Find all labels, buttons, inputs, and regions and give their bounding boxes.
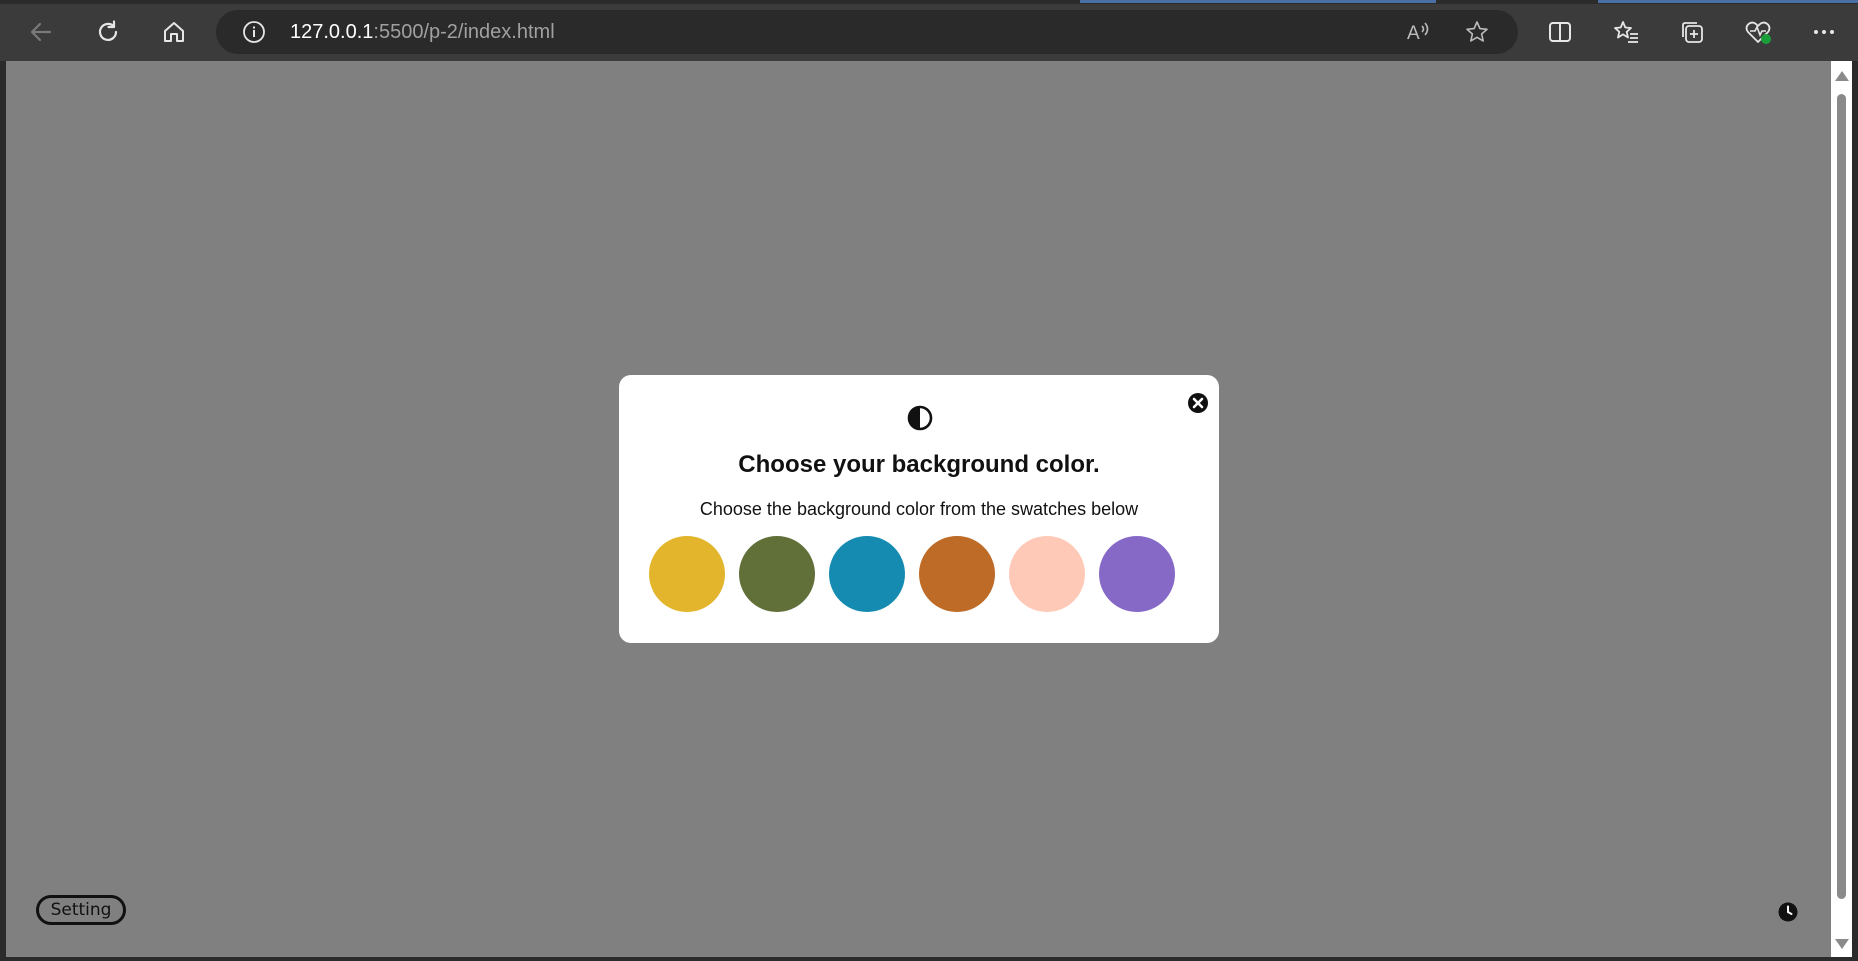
scroll-up-arrow-icon[interactable] — [1835, 71, 1849, 81]
browser-essentials-icon — [1745, 21, 1771, 44]
info-icon[interactable] — [242, 20, 266, 44]
home-icon — [164, 22, 184, 42]
window-edge — [0, 957, 1858, 961]
svg-text:A: A — [1407, 23, 1420, 44]
color-swatch[interactable] — [649, 536, 725, 612]
color-swatch[interactable] — [1099, 536, 1175, 612]
url-path: :5500/p-2/index.html — [373, 21, 555, 43]
tab-indicator — [1598, 0, 1858, 3]
tab-strip — [0, 0, 1858, 4]
favorite-star-icon[interactable] — [1464, 20, 1490, 49]
contrast-icon — [907, 405, 933, 431]
read-aloud-icon[interactable]: A — [1406, 20, 1432, 49]
page-viewport: Choose your background color. Choose the… — [6, 61, 1831, 957]
refresh-button[interactable] — [88, 12, 128, 52]
browser-essentials-button[interactable] — [1738, 12, 1778, 52]
vertical-scrollbar[interactable] — [1831, 61, 1852, 957]
swatch-list — [649, 536, 1189, 612]
back-icon — [30, 22, 52, 42]
address-bar[interactable]: 127.0.0.1:5500/p-2/index.html A — [216, 10, 1518, 54]
scroll-down-arrow-icon[interactable] — [1835, 939, 1849, 949]
split-screen-button[interactable] — [1540, 12, 1580, 52]
color-picker-modal: Choose your background color. Choose the… — [619, 375, 1219, 643]
favorites-button[interactable] — [1606, 12, 1646, 52]
setting-button[interactable]: Setting — [36, 895, 126, 925]
back-button[interactable] — [21, 12, 61, 52]
color-swatch[interactable] — [829, 536, 905, 612]
close-icon[interactable] — [1187, 392, 1209, 414]
split-screen-icon — [1549, 22, 1571, 42]
color-swatch[interactable] — [1009, 536, 1085, 612]
modal-subtitle: Choose the background color from the swa… — [699, 499, 1139, 519]
scroll-thumb[interactable] — [1837, 94, 1846, 899]
home-button[interactable] — [154, 12, 194, 52]
collections-icon — [1682, 22, 1703, 43]
color-swatch[interactable] — [919, 536, 995, 612]
collections-button[interactable] — [1672, 12, 1712, 52]
clock-icon[interactable] — [1778, 902, 1798, 922]
window-edge — [1852, 61, 1858, 961]
browser-toolbar: 127.0.0.1:5500/p-2/index.html A — [0, 0, 1858, 61]
refresh-icon — [98, 20, 118, 41]
more-icon — [1814, 30, 1834, 34]
tab-indicator — [1080, 0, 1436, 3]
more-button[interactable] — [1804, 12, 1844, 52]
favorites-icon — [1614, 21, 1638, 43]
url-host: 127.0.0.1 — [290, 21, 374, 43]
modal-title: Choose your background color. — [738, 451, 1100, 478]
url-text[interactable]: 127.0.0.1:5500/p-2/index.html — [290, 21, 555, 44]
color-swatch[interactable] — [739, 536, 815, 612]
